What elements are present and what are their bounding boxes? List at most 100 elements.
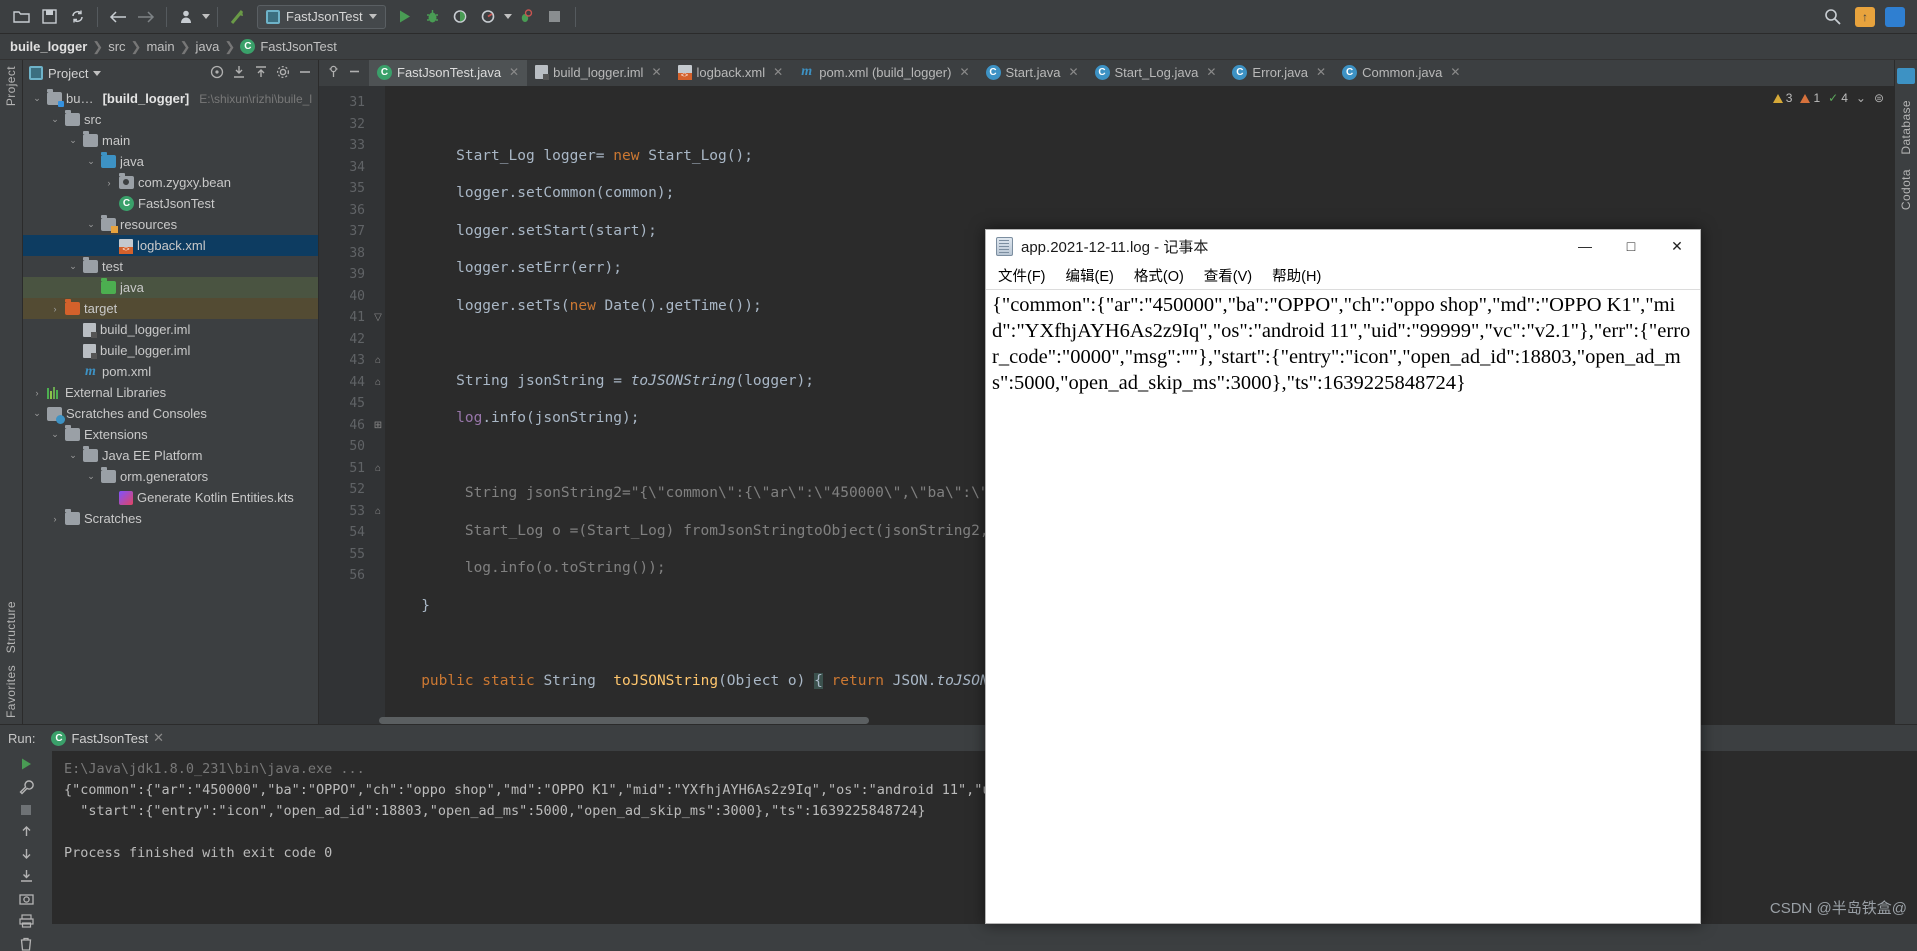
chevron-down-icon[interactable]: ⌄ (67, 261, 79, 272)
camera-icon[interactable] (14, 892, 38, 905)
hide-panel-icon[interactable] (298, 65, 312, 82)
scroll-down-icon[interactable] (14, 847, 38, 860)
chevron-down-icon[interactable]: ⌄ (67, 450, 79, 461)
debug-button[interactable] (420, 4, 446, 30)
chevron-down-icon[interactable]: ⌄ (85, 219, 97, 230)
editor-tabs[interactable]: CFastJsonTest.java✕build_logger.iml✕logb… (369, 60, 1468, 86)
close-icon[interactable]: ✕ (1316, 65, 1326, 79)
tree-item-scratches-and-consoles[interactable]: ⌄ Scratches and Consoles (23, 403, 318, 424)
profiler-chevron-down-icon[interactable] (503, 14, 512, 19)
fold-marker[interactable]: ⌂ (371, 458, 385, 480)
inspections-widget-icon[interactable]: ⊜ (1874, 91, 1884, 105)
tree-item-java[interactable]: ⌄ java (23, 151, 318, 172)
save-all-icon[interactable] (36, 4, 62, 30)
tree-item-generate-kotlin-entities-kts[interactable]: Generate Kotlin Entities.kts (23, 487, 318, 508)
menu-view[interactable]: 查看(V) (1204, 265, 1252, 286)
close-icon[interactable]: ✕ (1450, 65, 1460, 79)
chevron-right-icon[interactable]: › (49, 514, 61, 524)
menu-format[interactable]: 格式(O) (1134, 265, 1184, 286)
locate-icon[interactable] (210, 65, 224, 82)
open-folder-icon[interactable] (8, 4, 34, 30)
expand-all-icon[interactable] (232, 65, 246, 82)
rail-button-structure[interactable]: Structure (4, 601, 18, 653)
notepad-title-bar[interactable]: app.2021-12-11.log - 记事本 — □ ✕ (986, 230, 1700, 262)
chevron-down-icon[interactable]: ⌄ (1856, 91, 1866, 105)
tree-item-scratches[interactable]: › Scratches (23, 508, 318, 529)
navigate-back-icon[interactable] (105, 4, 131, 30)
navigate-forward-icon[interactable] (133, 4, 159, 30)
maximize-button[interactable]: □ (1608, 230, 1654, 262)
editor-tab-start-log-java[interactable]: C Start_Log.java ✕ (1087, 60, 1225, 86)
close-icon[interactable]: ✕ (509, 65, 519, 79)
tree-item-main[interactable]: ⌄ main (23, 130, 318, 151)
close-icon[interactable]: ✕ (651, 65, 661, 79)
rerun-icon[interactable] (14, 757, 38, 771)
chevron-right-icon[interactable]: › (31, 388, 43, 398)
tree-item-target[interactable]: › target (23, 298, 318, 319)
chevron-down-icon[interactable]: ⌄ (49, 114, 61, 125)
run-button[interactable] (392, 4, 418, 30)
profile-chevron-down-icon[interactable] (202, 14, 210, 19)
account-icon[interactable] (1885, 6, 1905, 27)
profiler-button[interactable] (476, 4, 502, 30)
editor-tab-logback-xml[interactable]: logback.xml ✕ (670, 60, 792, 86)
project-panel-title[interactable]: Project (48, 66, 88, 81)
warning-count-badge[interactable]: 3 (1772, 91, 1792, 105)
minimize-button[interactable]: — (1562, 230, 1608, 262)
sync-icon[interactable] (64, 4, 90, 30)
rail-button-database[interactable]: Database (1899, 100, 1913, 155)
tree-item-pom-xml[interactable]: m pom.xml (23, 361, 318, 382)
profile-icon[interactable] (174, 4, 200, 30)
breadcrumb-item-main[interactable]: main (146, 39, 174, 54)
chevron-down-icon[interactable]: ⌄ (85, 471, 97, 482)
close-icon[interactable]: ✕ (1068, 65, 1078, 79)
chevron-right-icon[interactable]: › (103, 178, 115, 188)
hide-tabs-icon[interactable] (348, 65, 361, 81)
tree-item-orm-generators[interactable]: ⌄ orm.generators (23, 466, 318, 487)
close-icon[interactable]: ✕ (1206, 65, 1216, 79)
tree-item-external-libraries[interactable]: › External Libraries (23, 382, 318, 403)
project-chevron-down-icon[interactable] (93, 70, 102, 76)
editor-tab-fastjsontest-java[interactable]: C FastJsonTest.java ✕ (369, 60, 528, 86)
tree-item-build-logger-iml[interactable]: build_logger.iml (23, 319, 318, 340)
chevron-down-icon[interactable]: ⌄ (85, 156, 97, 167)
run-tab-fastjsontest[interactable]: C FastJsonTest ✕ (45, 728, 170, 748)
print-icon[interactable] (14, 914, 38, 928)
chevron-down-icon[interactable]: ⌄ (31, 408, 43, 419)
tree-item-extensions[interactable]: ⌄ Extensions (23, 424, 318, 445)
notepad-text-area[interactable]: {"common":{"ar":"450000","ba":"OPPO","ch… (986, 290, 1700, 923)
update-badge-icon[interactable]: ↑ (1855, 6, 1875, 27)
tree-item-src[interactable]: ⌄ src (23, 109, 318, 130)
breadcrumb-root[interactable]: buile_logger (10, 39, 87, 54)
run-configuration-selector[interactable]: FastJsonTest (257, 4, 386, 29)
editor-tab-build-logger-iml[interactable]: build_logger.iml ✕ (527, 60, 669, 86)
chevron-right-icon[interactable]: › (49, 304, 61, 314)
editor-horizontal-scrollbar[interactable] (379, 717, 869, 724)
trash-icon[interactable] (14, 937, 38, 951)
close-icon[interactable]: ✕ (773, 65, 783, 79)
fold-marker[interactable]: ⊞ (371, 415, 385, 437)
close-button[interactable]: ✕ (1654, 230, 1700, 262)
typo-count-badge[interactable]: ✓ 4 (1828, 91, 1848, 105)
rail-button-codota[interactable]: Codota (1899, 169, 1913, 210)
scroll-up-icon[interactable] (14, 825, 38, 838)
codota-icon[interactable] (1897, 68, 1915, 84)
wrench-icon[interactable] (14, 780, 38, 795)
editor-tab-start-java[interactable]: C Start.java ✕ (978, 60, 1087, 86)
tree-item-com-zygxy-bean[interactable]: › com.zygxy.bean (23, 172, 318, 193)
update-project-icon[interactable] (225, 4, 251, 30)
editor-tab-common-java[interactable]: C Common.java ✕ (1334, 60, 1468, 86)
export-icon[interactable] (14, 869, 38, 883)
tree-item-logback-xml[interactable]: logback.xml (23, 235, 318, 256)
tree-item-test[interactable]: ⌄ test (23, 256, 318, 277)
breadcrumb-item-class[interactable]: FastJsonTest (260, 39, 337, 54)
rail-button-favorites[interactable]: Favorites (4, 665, 18, 718)
run-with-coverage-button[interactable] (448, 4, 474, 30)
fold-marker[interactable]: ⌂ (371, 350, 385, 372)
gear-icon[interactable] (276, 65, 290, 82)
stop-button[interactable] (542, 4, 568, 30)
fold-marker[interactable]: ▽ (371, 307, 385, 329)
tree-item-buile-logger[interactable]: ⌄ buile_logger [build_logger] E:\shixun\riz… (23, 88, 318, 109)
close-icon[interactable]: ✕ (153, 730, 164, 746)
run-config-chevron-down-icon[interactable] (368, 14, 377, 19)
